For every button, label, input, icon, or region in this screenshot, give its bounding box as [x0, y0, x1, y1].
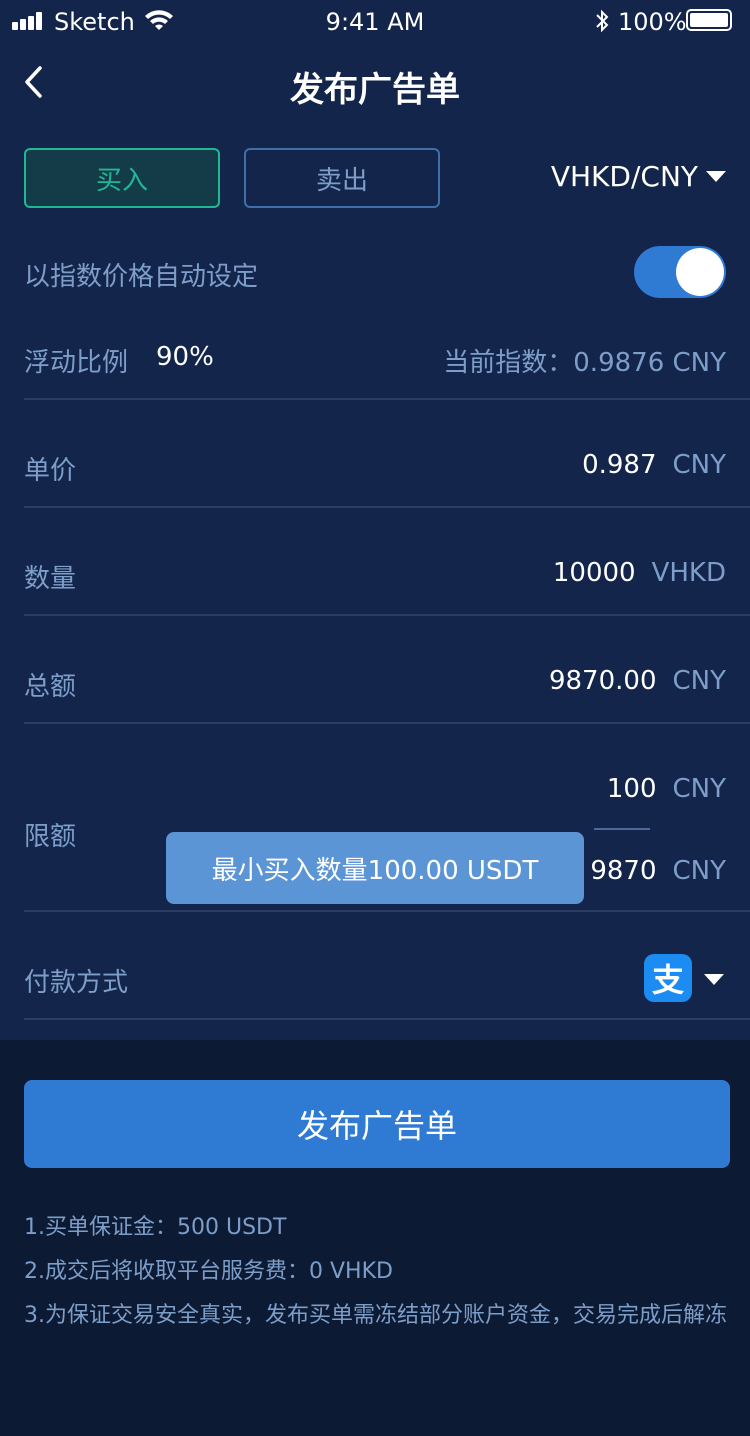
note-item: 3.为保证交易安全真实，发布买单需冻结部分账户资金，交易完成后解冻 — [24, 1303, 727, 1328]
quantity-field[interactable]: 10000 VHKD — [553, 558, 726, 588]
total-value: 9870.00 — [548, 666, 657, 696]
auto-index-label: 以指数价格自动设定 — [24, 262, 259, 292]
note-item: 1.买单保证金：500 USDT — [24, 1215, 287, 1240]
total-label: 总额 — [24, 672, 77, 702]
battery-percent: 100% — [618, 8, 687, 36]
float-ratio-value[interactable]: 90% — [156, 342, 214, 372]
unit-price-label: 单价 — [24, 456, 77, 486]
unit-price-field[interactable]: 0.987 CNY — [582, 450, 726, 480]
pair-label: VHKD/CNY — [550, 160, 698, 193]
limit-max-value[interactable]: 9870 — [590, 856, 656, 886]
tab-sell[interactable]: 卖出 — [244, 148, 440, 208]
toast-message: 最小买入数量100.00 USDT — [166, 832, 584, 904]
unit-price-value[interactable]: 0.987 — [582, 450, 656, 480]
unit-price-unit: CNY — [672, 450, 727, 480]
limit-min-unit: CNY — [672, 774, 727, 804]
divider — [24, 722, 750, 724]
tab-buy[interactable]: 买入 — [24, 148, 220, 208]
current-index: 当前指数：0.9876 CNY — [443, 348, 726, 378]
divider — [24, 398, 750, 400]
chevron-down-icon — [706, 171, 726, 182]
battery-icon — [686, 9, 732, 31]
limit-label: 限额 — [24, 822, 77, 852]
limit-max-field[interactable]: 9870 CNY — [590, 856, 726, 886]
range-separator — [594, 828, 650, 830]
publish-button[interactable]: 发布广告单 — [24, 1080, 730, 1168]
limit-min-value[interactable]: 100 — [607, 774, 657, 804]
alipay-icon[interactable]: 支 — [644, 954, 692, 1002]
bluetooth-icon — [596, 9, 609, 33]
divider — [24, 1018, 750, 1020]
divider — [24, 506, 750, 508]
quantity-value[interactable]: 10000 — [553, 558, 636, 588]
limit-max-unit: CNY — [672, 856, 727, 886]
total-unit: CNY — [672, 666, 727, 696]
float-ratio-label: 浮动比例 — [24, 348, 129, 378]
quantity-unit: VHKD — [651, 558, 726, 588]
total-field: 9870.00 CNY — [549, 666, 726, 696]
notes: 1.买单保证金：500 USDT 2.成交后将收取平台服务费：0 VHKD 3.… — [24, 1206, 730, 1338]
toggle-knob — [676, 248, 724, 296]
divider — [24, 910, 750, 912]
pair-selector[interactable]: VHKD/CNY — [551, 160, 726, 193]
auto-index-toggle[interactable] — [634, 246, 726, 298]
note-item: 2.成交后将收取平台服务费：0 VHKD — [24, 1259, 393, 1284]
divider — [24, 614, 750, 616]
page-title: 发布广告单 — [290, 70, 460, 110]
chevron-down-icon[interactable] — [704, 974, 724, 985]
quantity-label: 数量 — [24, 564, 77, 594]
payment-label: 付款方式 — [24, 968, 129, 998]
limit-min-field[interactable]: 100 CNY — [607, 774, 726, 804]
